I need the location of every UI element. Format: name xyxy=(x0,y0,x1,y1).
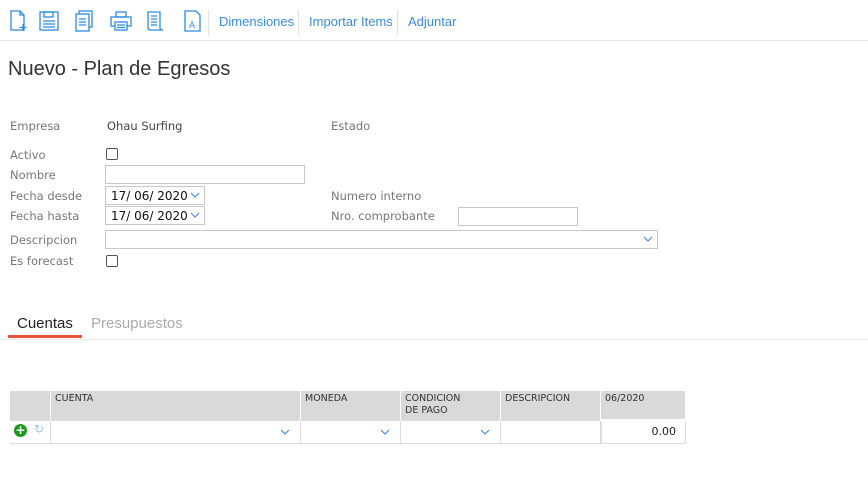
nro-comprobante-input[interactable] xyxy=(458,207,578,226)
fecha-desde-value: 17/ 06/ 2020 xyxy=(111,189,188,203)
svg-text:A: A xyxy=(189,21,196,31)
grid-header-cuenta: CUENTA xyxy=(51,391,301,421)
moneda-select[interactable] xyxy=(301,421,401,444)
toolbar: A Dimensiones Importar Items Adjuntar xyxy=(0,0,868,41)
chevron-down-icon[interactable] xyxy=(280,429,290,436)
active-tab-indicator xyxy=(8,335,82,338)
toolbar-separator xyxy=(298,10,299,36)
grid-row-actions: + ↻ xyxy=(10,421,51,444)
fecha-hasta-input[interactable]: 17/ 06/ 2020 xyxy=(105,206,205,225)
importar-items-link[interactable]: Importar Items xyxy=(309,14,393,29)
add-row-icon[interactable]: + xyxy=(14,424,27,437)
refresh-icon[interactable]: ↻ xyxy=(34,422,44,436)
grid-header-condicion-pago: CONDICION DE PAGO xyxy=(401,391,501,421)
activo-label: Activo xyxy=(10,148,46,162)
es-forecast-label: Es forecast xyxy=(10,254,74,268)
empresa-value: Ohau Surfing xyxy=(107,119,183,133)
grid-header-descripcion: DESCRIPCION xyxy=(501,391,601,421)
fecha-hasta-label: Fecha hasta xyxy=(10,209,80,223)
nro-comprobante-label: Nro. comprobante xyxy=(331,209,435,223)
fecha-desde-input[interactable]: 17/ 06/ 2020 xyxy=(105,186,205,205)
save-icon[interactable] xyxy=(38,10,60,32)
descripcion-select[interactable] xyxy=(105,230,658,249)
nombre-label: Nombre xyxy=(10,168,56,182)
new-document-icon[interactable] xyxy=(8,10,30,32)
font-document-icon[interactable]: A xyxy=(182,10,204,32)
tab-cuentas[interactable]: Cuentas xyxy=(17,315,73,332)
page-title: Nuevo - Plan de Egresos xyxy=(8,58,231,80)
cuenta-select[interactable] xyxy=(51,421,301,444)
copy-icon[interactable] xyxy=(74,10,96,32)
nombre-input[interactable] xyxy=(105,165,305,184)
numero-interno-label: Numero interno xyxy=(331,189,422,203)
fecha-desde-label: Fecha desde xyxy=(10,189,83,203)
chevron-down-icon[interactable] xyxy=(643,236,653,243)
descripcion-label: Descripcion xyxy=(10,233,78,247)
activo-checkbox[interactable] xyxy=(106,148,118,160)
toolbar-separator xyxy=(397,10,398,36)
chevron-down-icon[interactable] xyxy=(190,212,200,219)
estado-label: Estado xyxy=(331,119,371,133)
es-forecast-checkbox[interactable] xyxy=(106,255,118,267)
grid-header-period: 06/2020 xyxy=(601,391,686,421)
fecha-hasta-value: 17/ 06/ 2020 xyxy=(111,209,188,223)
empresa-label: Empresa xyxy=(10,119,61,133)
adjuntar-link[interactable]: Adjuntar xyxy=(408,14,456,29)
chevron-down-icon[interactable] xyxy=(380,429,390,436)
chevron-down-icon[interactable] xyxy=(190,192,200,199)
tab-presupuestos[interactable]: Presupuestos xyxy=(91,315,183,332)
scroll-icon[interactable] xyxy=(145,10,167,32)
grid-header-actions xyxy=(10,391,51,421)
tabs-divider xyxy=(0,339,868,340)
descripcion-cell[interactable] xyxy=(501,421,601,444)
amount-cell[interactable]: 0.00 xyxy=(601,421,686,444)
dimensiones-link[interactable]: Dimensiones xyxy=(219,14,294,29)
print-icon[interactable] xyxy=(110,10,132,32)
grid-header-moneda: MONEDA xyxy=(301,391,401,421)
toolbar-separator xyxy=(208,10,209,36)
chevron-down-icon[interactable] xyxy=(480,429,490,436)
condicion-pago-select[interactable] xyxy=(401,421,501,444)
